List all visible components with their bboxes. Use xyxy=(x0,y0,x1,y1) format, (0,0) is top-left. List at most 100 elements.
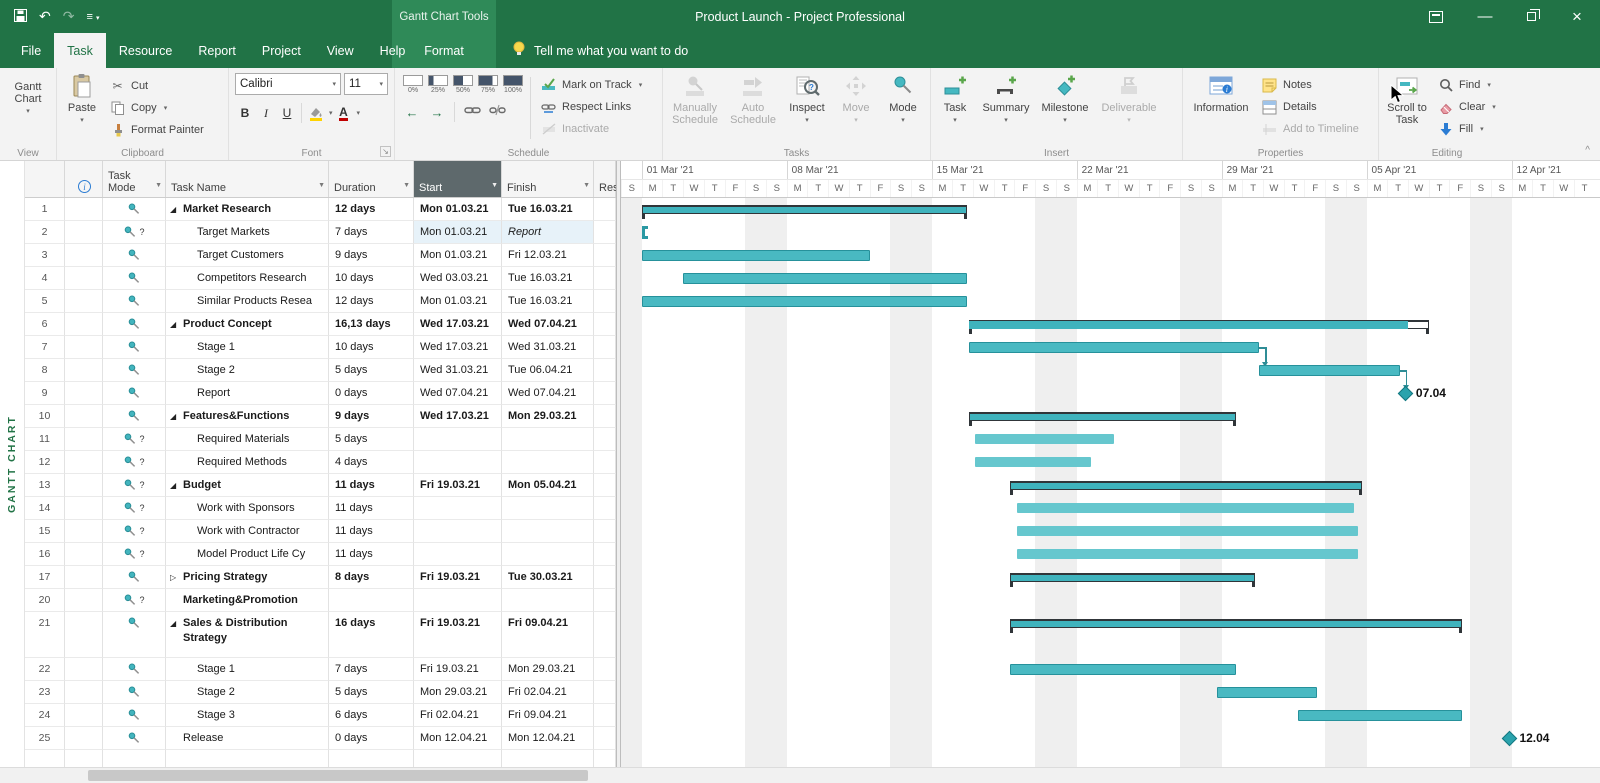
cell-task-name[interactable]: Release xyxy=(166,727,329,750)
cell-finish[interactable] xyxy=(502,543,594,566)
tab-format[interactable]: Format xyxy=(392,33,496,68)
cell-finish[interactable]: Tue 06.04.21 xyxy=(502,359,594,382)
cell-finish[interactable]: Mon 29.03.21 xyxy=(502,405,594,428)
inactivate-button[interactable]: Inactivate xyxy=(536,118,646,140)
gantt-bar-task[interactable] xyxy=(969,342,1259,353)
cell-start[interactable] xyxy=(414,520,502,543)
notes-button[interactable]: Notes xyxy=(1257,74,1363,96)
cell-duration[interactable]: 11 days xyxy=(329,520,414,543)
cell-start[interactable]: Fri 19.03.21 xyxy=(414,612,502,658)
horizontal-scrollbar[interactable] xyxy=(0,767,1600,783)
cell-task-mode[interactable] xyxy=(103,681,166,704)
percent-complete-75-button[interactable]: 75% xyxy=(476,75,500,94)
insert-milestone-button[interactable]: Milestone ▾ xyxy=(1035,71,1095,145)
cell-finish[interactable] xyxy=(502,497,594,520)
cell-resources[interactable] xyxy=(594,589,616,612)
cell-indicators[interactable] xyxy=(65,704,103,727)
row-number[interactable]: 17 xyxy=(25,566,65,589)
cell-finish[interactable]: Mon 29.03.21 xyxy=(502,658,594,681)
cell-indicators[interactable] xyxy=(65,336,103,359)
collapse-ribbon-icon[interactable]: ^ xyxy=(1585,145,1590,156)
cell-task-name[interactable]: Work with Contractor xyxy=(166,520,329,543)
cell-start[interactable]: Fri 19.03.21 xyxy=(414,474,502,497)
cell-finish[interactable]: Report xyxy=(502,221,594,244)
row-number[interactable]: 8 xyxy=(25,359,65,382)
cell-finish[interactable]: Tue 16.03.21 xyxy=(502,198,594,221)
row-number[interactable]: 22 xyxy=(25,658,65,681)
row-number[interactable]: 5 xyxy=(25,290,65,313)
cell-start[interactable] xyxy=(414,543,502,566)
cell-resources[interactable] xyxy=(594,497,616,520)
cell-task-name[interactable]: Target Customers xyxy=(166,244,329,267)
cell-task-mode[interactable] xyxy=(103,727,166,750)
inspect-button[interactable]: ? Inspect ▾ xyxy=(781,71,833,145)
link-tasks-button[interactable] xyxy=(461,102,483,122)
cell-finish[interactable] xyxy=(502,451,594,474)
cell-resources[interactable] xyxy=(594,290,616,313)
cell-indicators[interactable] xyxy=(65,359,103,382)
cell-finish[interactable]: Fri 09.04.21 xyxy=(502,612,594,658)
cell-task-name[interactable]: Stage 3 xyxy=(166,704,329,727)
gantt-bar-summary[interactable] xyxy=(1010,619,1461,628)
cell-resources[interactable] xyxy=(594,727,616,750)
row-number[interactable]: 3 xyxy=(25,244,65,267)
cell-indicators[interactable] xyxy=(65,313,103,336)
cell-task-mode[interactable] xyxy=(103,405,166,428)
tab-view[interactable]: View xyxy=(314,33,367,68)
gantt-bar-task[interactable] xyxy=(1017,503,1355,513)
cell-task-mode[interactable]: ? xyxy=(103,221,166,244)
cell-finish[interactable]: Wed 31.03.21 xyxy=(502,336,594,359)
cell-task-mode[interactable]: ? xyxy=(103,497,166,520)
tab-file[interactable]: File xyxy=(8,33,54,68)
cell-indicators[interactable] xyxy=(65,290,103,313)
cell-task-name[interactable]: Report xyxy=(166,382,329,405)
cell-indicators[interactable] xyxy=(65,267,103,290)
cell-task-name[interactable]: Stage 2 xyxy=(166,681,329,704)
cell-task-name[interactable]: Model Product Life Cy xyxy=(166,543,329,566)
cell-resources[interactable] xyxy=(594,244,616,267)
cell-duration[interactable]: 10 days xyxy=(329,267,414,290)
cell-duration[interactable]: 9 days xyxy=(329,244,414,267)
cell-task-name[interactable]: ◢Market Research xyxy=(166,198,329,221)
background-color-button[interactable] xyxy=(306,102,326,124)
cell-duration[interactable]: 7 days xyxy=(329,658,414,681)
cell-start[interactable]: Mon 01.03.21 xyxy=(414,221,502,244)
redo-icon[interactable]: ↷ xyxy=(63,8,75,25)
undo-icon[interactable]: ↶ xyxy=(39,8,51,25)
cell-resources[interactable] xyxy=(594,382,616,405)
cell-start[interactable]: Fri 02.04.21 xyxy=(414,704,502,727)
row-number[interactable]: 24 xyxy=(25,704,65,727)
gantt-bar-task[interactable] xyxy=(1298,710,1462,721)
cell-duration[interactable]: 11 days xyxy=(329,497,414,520)
font-size-select[interactable]: 11▾ xyxy=(344,73,388,95)
cell-duration[interactable]: 10 days xyxy=(329,336,414,359)
column-header-start[interactable]: Start▼ xyxy=(414,161,502,197)
column-header-finish[interactable]: Finish▼ xyxy=(502,161,594,197)
close-button[interactable]: × xyxy=(1554,0,1600,33)
cell-start[interactable] xyxy=(414,451,502,474)
gantt-bar-task[interactable] xyxy=(1010,664,1236,675)
cell-indicators[interactable] xyxy=(65,543,103,566)
percent-complete-0-button[interactable]: 0% xyxy=(401,75,425,94)
cell-resources[interactable] xyxy=(594,704,616,727)
cell-indicators[interactable] xyxy=(65,405,103,428)
column-header-info[interactable]: i xyxy=(65,161,103,197)
cell-duration[interactable]: 5 days xyxy=(329,428,414,451)
cell-indicators[interactable] xyxy=(65,681,103,704)
cell-task-mode[interactable]: ? xyxy=(103,474,166,497)
cell-resources[interactable] xyxy=(594,267,616,290)
add-to-timeline-button[interactable]: Add to Timeline xyxy=(1257,118,1363,140)
cell-task-mode[interactable] xyxy=(103,612,166,658)
cell-resources[interactable] xyxy=(594,474,616,497)
row-number[interactable]: 9 xyxy=(25,382,65,405)
cell-indicators[interactable] xyxy=(65,497,103,520)
cell-task-mode[interactable] xyxy=(103,336,166,359)
cell-duration[interactable]: 16 days xyxy=(329,612,414,658)
row-number[interactable]: 23 xyxy=(25,681,65,704)
column-header-duration[interactable]: Duration▼ xyxy=(329,161,414,197)
cell-resources[interactable] xyxy=(594,428,616,451)
cell-finish[interactable]: Tue 30.03.21 xyxy=(502,566,594,589)
column-header-mode[interactable]: Task Mode▼ xyxy=(103,161,166,197)
mark-on-track-button[interactable]: Mark on Track▾ xyxy=(536,74,646,96)
gantt-bar-summary[interactable] xyxy=(969,412,1236,421)
